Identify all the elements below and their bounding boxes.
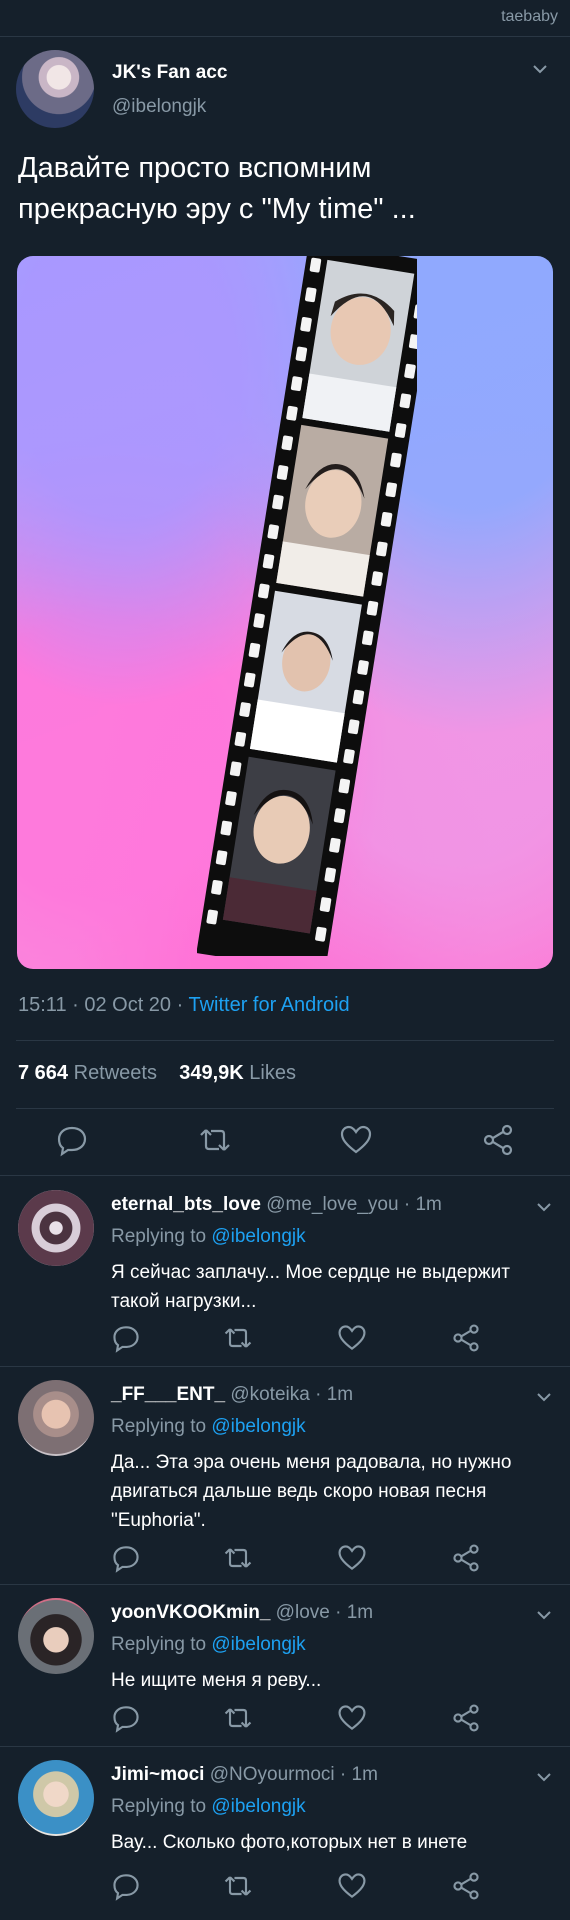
reply-icon[interactable]	[54, 1122, 90, 1158]
reply-tweet[interactable]: yoonVKOOKmin_ @love · 1m Replying to @ib…	[0, 1598, 570, 1748]
replying-prefix: Replying to	[111, 1416, 212, 1437]
reply-action-bar	[0, 1870, 570, 1902]
share-icon[interactable]	[480, 1122, 516, 1158]
reply-tweet[interactable]: Jimi~moci @NOyourmoci · 1m Replying to @…	[0, 1760, 570, 1910]
tweet-action-bar	[0, 1122, 570, 1158]
likes-count[interactable]: 349,9K	[179, 1062, 244, 1084]
replying-to: Replying to @ibelongjk	[111, 1796, 306, 1818]
reply-icon[interactable]	[110, 1702, 142, 1734]
retweet-icon[interactable]	[222, 1542, 254, 1574]
chevron-down-icon[interactable]	[536, 1608, 552, 1624]
replying-prefix: Replying to	[111, 1796, 212, 1817]
like-icon[interactable]	[336, 1702, 368, 1734]
reply-header: eternal_bts_love @me_love_you · 1m	[111, 1194, 442, 1216]
divider	[16, 1040, 554, 1041]
reply-icon[interactable]	[110, 1870, 142, 1902]
reply-author-name[interactable]: _FF___ENT_	[111, 1384, 225, 1405]
chevron-down-icon[interactable]	[536, 1390, 552, 1406]
reply-icon[interactable]	[110, 1322, 142, 1354]
reply-text: Вау... Сколько фото,которых нет в инете	[111, 1832, 468, 1853]
author-avatar[interactable]	[16, 50, 94, 128]
retweets-count[interactable]: 7 664	[18, 1062, 68, 1084]
reply-author-handle[interactable]: @koteika	[225, 1384, 310, 1405]
share-icon[interactable]	[450, 1702, 482, 1734]
chevron-down-icon[interactable]	[536, 1770, 552, 1786]
retweet-icon[interactable]	[222, 1702, 254, 1734]
divider	[0, 36, 570, 37]
reply-text: Я сейчас заплачу... Мое сердце не выдерж…	[111, 1262, 510, 1312]
reply-time: · 1m	[334, 1764, 378, 1785]
reply-author-handle[interactable]: @me_love_you	[261, 1194, 398, 1215]
replying-to-link[interactable]: @ibelongjk	[211, 1634, 305, 1655]
reply-header: _FF___ENT_ @koteika · 1m	[111, 1384, 353, 1406]
retweet-icon[interactable]	[197, 1122, 233, 1158]
tweet-meta: 15:11 · 02 Oct 20 · Twitter for Android	[18, 994, 350, 1017]
replying-to-link[interactable]: @ibelongjk	[211, 1416, 305, 1437]
divider	[0, 1366, 570, 1367]
reply-tweet[interactable]: eternal_bts_love @me_love_you · 1m Reply…	[0, 1190, 570, 1370]
reply-header: yoonVKOOKmin_ @love · 1m	[111, 1602, 373, 1624]
chevron-down-icon[interactable]	[532, 62, 548, 78]
reply-icon[interactable]	[110, 1542, 142, 1574]
reply-author-name[interactable]: yoonVKOOKmin_	[111, 1602, 270, 1623]
replying-prefix: Replying to	[111, 1226, 212, 1247]
reply-header: Jimi~moci @NOyourmoci · 1m	[111, 1764, 378, 1786]
divider	[0, 1746, 570, 1747]
like-icon[interactable]	[338, 1122, 374, 1158]
like-icon[interactable]	[336, 1870, 368, 1902]
replying-to-link[interactable]: @ibelongjk	[211, 1796, 305, 1817]
reply-author-name[interactable]: eternal_bts_love	[111, 1194, 261, 1215]
author-name[interactable]: JK's Fan acc	[112, 62, 227, 84]
tweet-stats: 7 664 Retweets 349,9K Likes	[18, 1062, 296, 1085]
share-icon[interactable]	[450, 1870, 482, 1902]
chevron-down-icon[interactable]	[536, 1200, 552, 1216]
share-icon[interactable]	[450, 1542, 482, 1574]
share-icon[interactable]	[450, 1322, 482, 1354]
reply-action-bar	[0, 1542, 570, 1574]
reply-time: · 1m	[329, 1602, 374, 1623]
replying-to: Replying to @ibelongjk	[111, 1226, 306, 1248]
divider	[16, 1108, 554, 1109]
reply-author-handle[interactable]: @NOyourmoci	[204, 1764, 335, 1785]
filmstrip-image	[197, 256, 417, 956]
reply-avatar[interactable]	[18, 1598, 94, 1674]
reply-text: Да... Эта эра очень меня радовала, но ну…	[111, 1452, 512, 1531]
author-handle[interactable]: @ibelongjk	[112, 96, 206, 118]
reply-author-name[interactable]: Jimi~moci	[111, 1764, 204, 1785]
reply-author-handle[interactable]: @love	[270, 1602, 330, 1623]
retweet-icon[interactable]	[222, 1322, 254, 1354]
retweets-label[interactable]: Retweets	[68, 1062, 157, 1084]
reply-avatar[interactable]	[18, 1190, 94, 1266]
reply-avatar[interactable]	[18, 1760, 94, 1836]
retweet-icon[interactable]	[222, 1870, 254, 1902]
reply-time: · 1m	[309, 1384, 354, 1405]
reply-tweet[interactable]: _FF___ENT_ @koteika · 1m Replying to @ib…	[0, 1380, 570, 1590]
reply-time: · 1m	[398, 1194, 442, 1215]
watermark: taebaby	[501, 8, 558, 25]
tweet-header: JK's Fan acc @ibelongjk	[16, 50, 554, 134]
reply-avatar[interactable]	[18, 1380, 94, 1456]
tweet-image[interactable]	[17, 256, 553, 969]
tweet-source-link[interactable]: Twitter for Android	[188, 994, 349, 1016]
divider	[0, 1175, 570, 1176]
like-icon[interactable]	[336, 1322, 368, 1354]
tweet-timestamp: 15:11 · 02 Oct 20 ·	[18, 994, 189, 1016]
reply-text: Не ищите меня я реву...	[111, 1670, 322, 1691]
replying-prefix: Replying to	[111, 1634, 212, 1655]
replying-to: Replying to @ibelongjk	[111, 1634, 306, 1656]
replying-to-link[interactable]: @ibelongjk	[211, 1226, 305, 1247]
reply-action-bar	[0, 1702, 570, 1734]
reply-action-bar	[0, 1322, 570, 1354]
tweet-text: Давайте просто вспомним прекрасную эру с…	[18, 152, 416, 225]
like-icon[interactable]	[336, 1542, 368, 1574]
likes-label[interactable]: Likes	[244, 1062, 296, 1084]
divider	[0, 1584, 570, 1585]
replying-to: Replying to @ibelongjk	[111, 1416, 306, 1438]
